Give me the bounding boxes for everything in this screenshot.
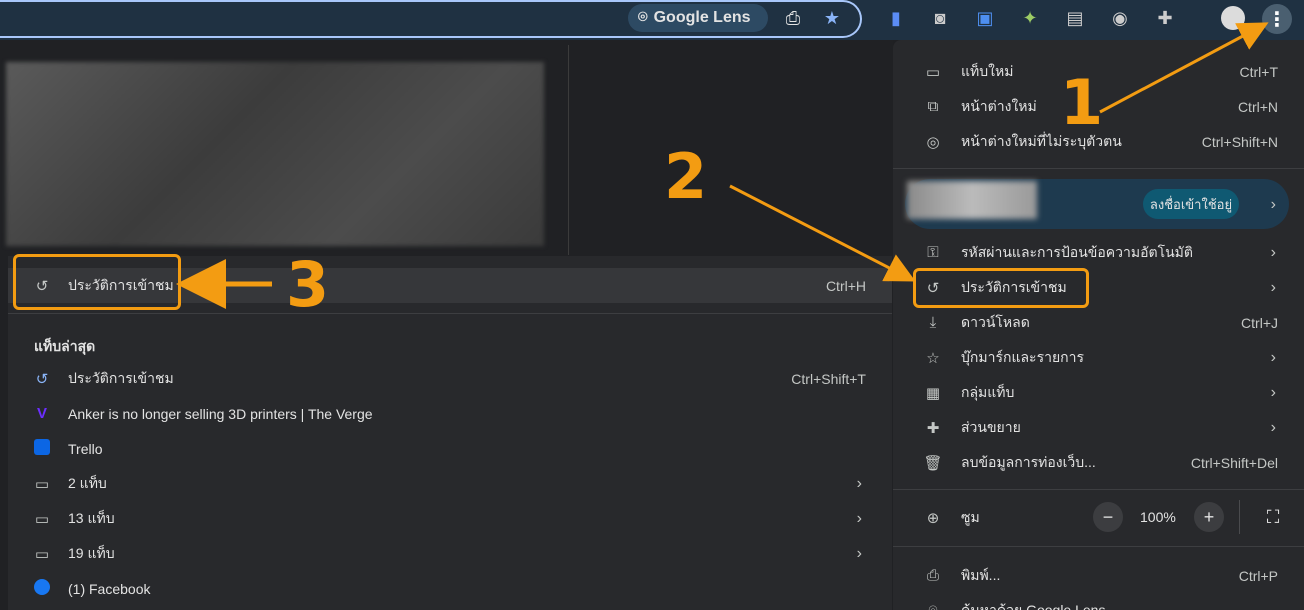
callout-arrows [176,22,1269,309]
arrow-2 [729,184,916,282]
arrow-1 [1099,22,1269,114]
